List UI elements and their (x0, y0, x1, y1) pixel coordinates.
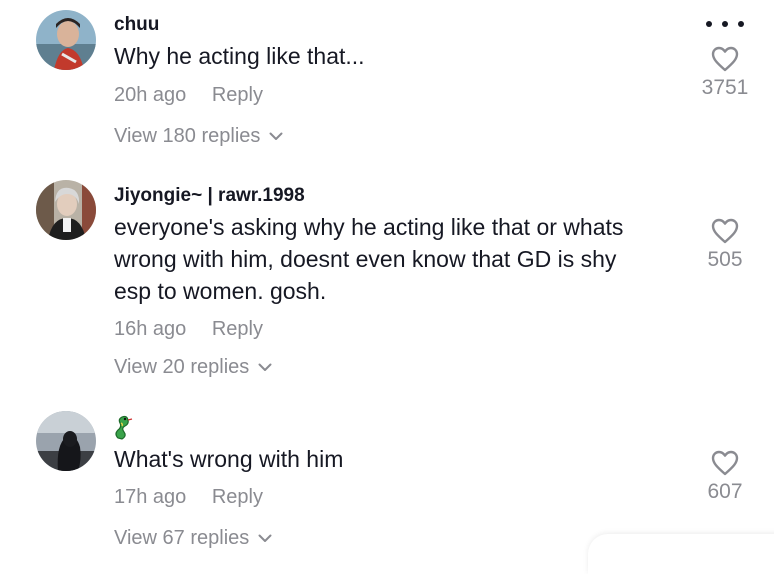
comment-meta: 20h ago Reply (114, 84, 263, 107)
chevron-down-icon (269, 132, 283, 140)
like-button[interactable]: 607 (695, 450, 755, 504)
avatar[interactable] (36, 10, 96, 70)
heart-icon[interactable] (711, 450, 739, 476)
more-dot (738, 21, 744, 27)
view-replies-button[interactable]: View 20 replies (114, 356, 272, 379)
view-replies-button[interactable]: View 180 replies (114, 125, 283, 148)
comment-meta: 17h ago Reply (114, 486, 263, 509)
comment-text: wrong with him, doesnt even know that GD… (114, 246, 617, 272)
more-dot (706, 21, 712, 27)
view-replies-label: View 20 replies (114, 356, 250, 378)
comment-text: What's wrong with him (114, 446, 344, 472)
view-replies-label: View 67 replies (114, 527, 250, 549)
reply-button[interactable]: Reply (212, 318, 263, 341)
bottom-panel-edge (588, 534, 774, 574)
chevron-down-icon (258, 363, 272, 371)
comment-time: 16h ago (114, 318, 187, 340)
view-replies-label: View 180 replies (114, 125, 261, 147)
like-count: 607 (707, 480, 743, 503)
comment-time: 20h ago (114, 84, 187, 106)
comment-username[interactable]: Jiyongie~ | rawr.1998 (114, 185, 305, 207)
reply-button[interactable]: Reply (212, 84, 263, 107)
like-count: 505 (707, 248, 743, 271)
heart-icon[interactable] (711, 218, 739, 244)
avatar[interactable] (36, 180, 96, 240)
comment-text: esp to women. gosh. (114, 278, 327, 304)
like-button[interactable]: 505 (695, 218, 755, 272)
chevron-down-icon (258, 534, 272, 542)
more-dot (722, 21, 728, 27)
reply-button[interactable]: Reply (212, 486, 263, 509)
heart-icon[interactable] (711, 46, 739, 72)
comment-time: 17h ago (114, 486, 187, 508)
more-options-icon[interactable] (706, 14, 744, 34)
like-count: 3751 (701, 76, 749, 99)
comment-meta: 16h ago Reply (114, 318, 263, 341)
like-button[interactable]: 3751 (695, 46, 755, 100)
avatar[interactable] (36, 411, 96, 471)
snake-emoji-icon (112, 414, 134, 445)
comment-username[interactable]: chuu (114, 14, 159, 36)
view-replies-button[interactable]: View 67 replies (114, 527, 272, 550)
comment-text: Why he acting like that... (114, 43, 365, 69)
comment-text: everyone's asking why he acting like tha… (114, 214, 624, 240)
